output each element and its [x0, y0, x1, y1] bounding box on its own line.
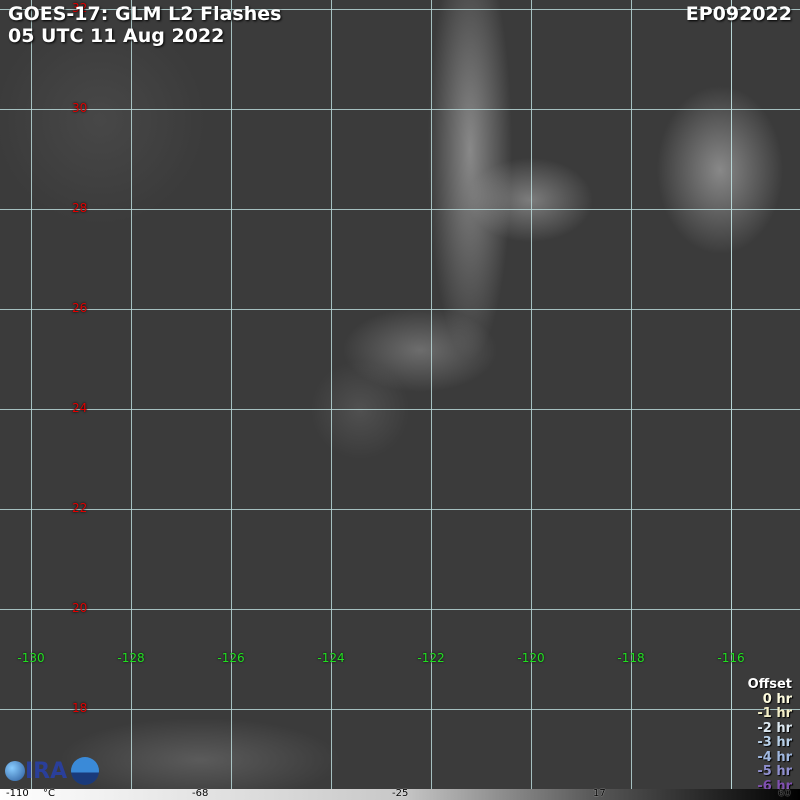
longitude-line: [431, 0, 432, 789]
latitude-line: [0, 109, 800, 110]
legend-item: -2 hr: [757, 720, 792, 736]
longitude-label: -122: [417, 651, 445, 665]
longitude-line: [31, 0, 32, 789]
latitude-label: 28: [72, 201, 88, 215]
longitude-label: -124: [317, 651, 345, 665]
longitude-label: -128: [117, 651, 145, 665]
rammb-logo: [71, 757, 100, 785]
satellite-image: 32 30 28 26 24 22 20 18 -130 -128 -126 -124 -122 -12…: [0, 0, 800, 789]
latitude-line: [0, 409, 800, 410]
colorbar-tick: 60: [778, 788, 791, 799]
longitude-line: [331, 0, 332, 789]
storm-id: EP092022: [685, 3, 792, 25]
latitude-line: [0, 509, 800, 510]
logos: IRA: [5, 757, 100, 785]
longitude-label: -126: [217, 651, 245, 665]
earth-icon: [5, 761, 25, 781]
latitude-label: 22: [72, 501, 88, 515]
longitude-line: [131, 0, 132, 789]
legend-item: -3 hr: [757, 735, 792, 750]
legend-title: Offset: [747, 677, 792, 692]
legend-item: -1 hr: [757, 706, 792, 721]
longitude-label: -130: [17, 651, 45, 665]
latitude-label: 26: [72, 301, 88, 315]
latitude-line: [0, 709, 800, 710]
latitude-label: 18: [72, 701, 88, 715]
latitude-label: 20: [72, 601, 88, 615]
product-title: GOES-17: GLM L2 Flashes: [8, 3, 282, 25]
legend-item: 0 hr: [762, 691, 792, 707]
latitude-label: 24: [72, 401, 88, 415]
colorbar-unit: °C: [43, 788, 55, 799]
timestamp: 05 UTC 11 Aug 2022: [8, 25, 225, 47]
longitude-line: [531, 0, 532, 789]
colorbar-tick: -25: [392, 788, 409, 799]
legend-item: -4 hr: [757, 749, 792, 765]
legend-item: -5 hr: [757, 764, 792, 779]
latitude-label: 30: [72, 101, 88, 115]
latitude-line: [0, 209, 800, 210]
colorbar-tick: -110: [6, 788, 29, 799]
latitude-line: [0, 609, 800, 610]
colorbar-tick: 17: [593, 788, 606, 799]
colorbar-tick: -68: [192, 788, 209, 799]
longitude-label: -118: [617, 651, 645, 665]
latitude-line: [0, 309, 800, 310]
longitude-line: [731, 0, 732, 789]
longitude-label: -116: [717, 651, 745, 665]
cira-logo: IRA: [5, 759, 67, 784]
offset-legend: Offset 0 hr -1 hr -2 hr -3 hr -4 hr -5 hr -6 h…: [747, 677, 792, 794]
longitude-label: -120: [517, 651, 545, 665]
longitude-line: [231, 0, 232, 789]
longitude-line: [631, 0, 632, 789]
